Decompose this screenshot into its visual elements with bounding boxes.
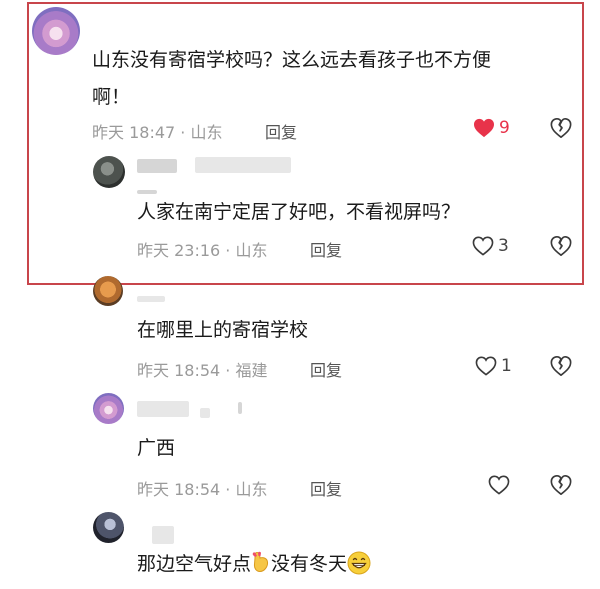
username-redacted <box>137 159 177 173</box>
comment-text: 那边空气好点 没有冬天 <box>137 545 371 583</box>
comment-meta: 昨天 18:47 · 山东 <box>92 123 223 142</box>
like-button[interactable]: 3 <box>472 236 509 256</box>
like-button[interactable]: 1 <box>475 356 512 376</box>
avatar[interactable] <box>93 156 125 188</box>
reply-button[interactable]: 回复 <box>310 476 342 500</box>
avatar[interactable] <box>93 512 124 543</box>
comment-text: 山东没有寄宿学校吗？这么远去看孩子也不方便 <box>92 49 492 71</box>
like-count: 3 <box>498 236 509 256</box>
username-redacted <box>152 526 174 544</box>
dislike-icon[interactable] <box>550 474 572 496</box>
heart-icon <box>475 356 497 376</box>
comment-meta: 昨天 18:54 · 山东 <box>137 480 268 499</box>
like-button[interactable] <box>488 475 514 495</box>
like-count: 9 <box>499 118 510 138</box>
reply-button[interactable]: 回复 <box>310 357 342 381</box>
dislike-icon[interactable] <box>550 117 572 139</box>
heart-icon <box>488 475 510 495</box>
emoji-hand <box>252 551 269 573</box>
reply-button[interactable]: 回复 <box>310 237 342 261</box>
comment-text-part: 没有冬天 <box>271 553 348 575</box>
comment-text-cont: 啊！ <box>92 86 131 108</box>
reply-button[interactable]: 回复 <box>265 119 297 143</box>
username-redacted <box>137 296 165 302</box>
dislike-icon[interactable] <box>550 355 572 377</box>
comment-text: 人家在南宁定居了好吧，不看视屏吗？ <box>137 201 461 223</box>
avatar[interactable] <box>32 7 80 55</box>
avatar[interactable] <box>93 276 123 306</box>
like-count: 1 <box>501 356 512 376</box>
heart-icon <box>474 118 494 138</box>
avatar[interactable] <box>93 393 124 424</box>
heart-icon <box>472 236 494 256</box>
comment-text: 广西 <box>137 437 176 459</box>
like-button[interactable]: 9 <box>473 118 510 138</box>
comment-meta: 昨天 18:54 · 福建 <box>137 361 268 380</box>
dislike-icon[interactable] <box>550 235 572 257</box>
username-redacted <box>137 401 189 417</box>
comment-meta: 昨天 23:16 · 山东 <box>137 241 268 260</box>
comment-text: 在哪里上的寄宿学校 <box>137 319 309 341</box>
username-redacted <box>200 408 210 418</box>
username-redacted <box>195 157 291 173</box>
emoji-grin <box>347 551 371 575</box>
comment-text-part: 那边空气好点 <box>137 553 252 575</box>
username-redacted <box>238 402 242 414</box>
